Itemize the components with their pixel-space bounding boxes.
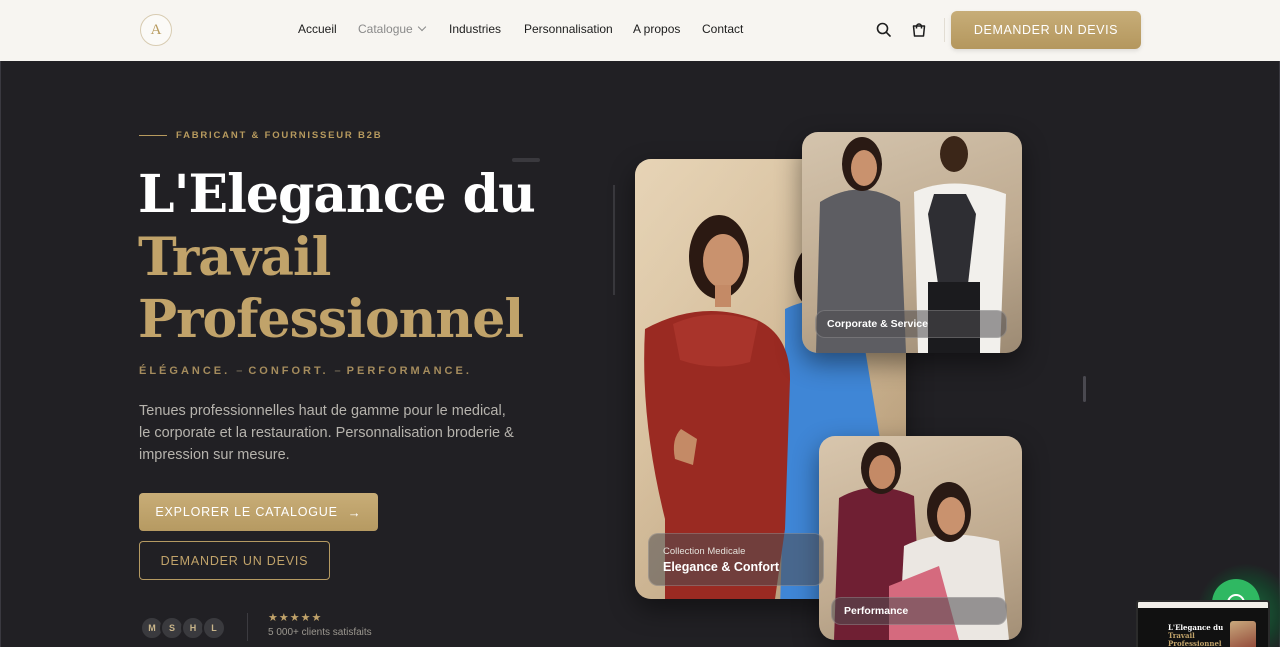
- value-elegance: ÉLÉGANCE.: [139, 365, 231, 377]
- rating-stars: ★★★★★: [268, 612, 323, 624]
- search-icon[interactable]: [875, 21, 893, 39]
- performance-caption: Performance: [831, 597, 1007, 625]
- hero-title-line2: Travail: [138, 227, 331, 288]
- page-preview-thumbnail[interactable]: L'Elegance du Travail Professionnel: [1136, 600, 1270, 647]
- decorative-line: [613, 185, 615, 295]
- nav-personnalisation[interactable]: Personnalisation: [524, 22, 613, 36]
- brand-logo[interactable]: A: [140, 14, 172, 46]
- nav-catalogue[interactable]: Catalogue: [358, 22, 426, 36]
- header-divider: [944, 18, 945, 42]
- caption-kicker: Collection Medicale: [663, 546, 746, 557]
- value-separator: –: [334, 365, 341, 377]
- nav-catalogue-label: Catalogue: [358, 22, 413, 36]
- nav-accueil[interactable]: Accueil: [298, 22, 337, 36]
- preview-image: [1230, 621, 1256, 647]
- decorative-line: [1083, 376, 1086, 402]
- cart-icon[interactable]: [910, 21, 928, 39]
- avatar: L: [202, 616, 226, 640]
- nav-contact-label: Contact: [702, 22, 744, 36]
- nav-contact[interactable]: Contact: [702, 22, 743, 36]
- value-separator: –: [236, 365, 243, 377]
- hero-section: FABRICANT & FOURNISSEUR B2B L'Elegance d…: [0, 61, 1280, 647]
- chevron-down-icon: [417, 22, 426, 32]
- clients-count: 5 000+ clients satisfaits: [268, 627, 372, 638]
- nav-accueil-label: Accueil: [298, 22, 337, 36]
- social-proof-divider: [247, 613, 248, 641]
- top-navigation-bar: A Accueil Catalogue Industries Personnal…: [0, 0, 1280, 61]
- nav-industries-label: Industries: [449, 22, 502, 36]
- hero-title-line3: Professionnel: [138, 289, 524, 350]
- preview-title-line3: Professionnel: [1168, 639, 1222, 647]
- explore-catalogue-button[interactable]: EXPLORER LE CATALOGUE →: [139, 493, 378, 531]
- nav-personnalisation-label: Personnalisation: [524, 22, 613, 36]
- medical-collection-caption: Collection Medicale Elegance & Confort: [648, 533, 824, 586]
- eyebrow-line: [139, 135, 167, 136]
- hero-title-line1: L'Elegance du: [138, 164, 536, 225]
- hero-values: ÉLÉGANCE. – CONFORT. – PERFORMANCE.: [139, 365, 472, 377]
- value-confort: CONFORT.: [248, 365, 329, 377]
- nav-a-propos-label: A propos: [633, 22, 681, 36]
- value-performance: PERFORMANCE.: [346, 365, 472, 377]
- hero-eyebrow: FABRICANT & FOURNISSEUR B2B: [176, 130, 383, 141]
- logo-letter: A: [150, 21, 162, 38]
- hero-request-quote-button[interactable]: DEMANDER UN DEVIS: [139, 541, 330, 580]
- corporate-caption: Corporate & Service: [815, 310, 1007, 338]
- nav-a-propos[interactable]: A propos: [633, 22, 680, 36]
- arrow-right-icon: →: [347, 504, 362, 520]
- nav-industries[interactable]: Industries: [449, 22, 501, 36]
- decorative-dash: [512, 158, 540, 162]
- hero-description: Tenues professionnelles haut de gamme po…: [139, 403, 514, 463]
- caption-title: Elegance & Confort: [663, 560, 779, 574]
- preview-header: [1138, 602, 1268, 608]
- request-quote-button[interactable]: DEMANDER UN DEVIS: [951, 11, 1141, 49]
- explore-catalogue-label: EXPLORER LE CATALOGUE: [155, 505, 338, 519]
